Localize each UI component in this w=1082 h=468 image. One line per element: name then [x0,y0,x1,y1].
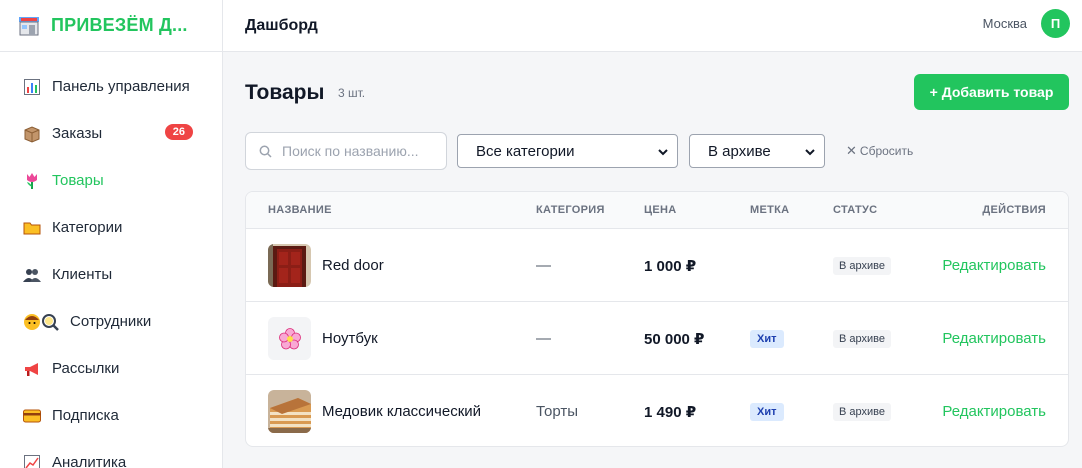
sidebar-nav: Панель управления Заказы 26 Товары Катег… [0,52,222,468]
column-header-price: ЦЕНА [644,204,677,216]
search-icon [258,144,272,158]
sidebar-item-label: Рассылки [52,360,120,377]
reset-filters-button[interactable]: ✕ Сбросить [846,143,913,159]
category-filter-select[interactable]: Все категории [457,134,678,168]
sidebar-item-subscription[interactable]: Подписка [0,392,222,439]
sidebar-item-clients[interactable]: Клиенты [0,251,222,298]
header-title: Дашборд [245,16,318,34]
column-header-name: НАЗВАНИЕ [268,204,332,216]
close-icon: ✕ [846,143,857,158]
product-name: Red door [322,257,384,274]
add-product-button[interactable]: + Добавить товар [914,74,1069,110]
megaphone-icon [22,359,42,379]
table-row: Медовик классический Торты 1 490 ₽ Хит В… [246,375,1068,446]
staff-icon [22,312,62,332]
orders-count-badge: 26 [164,124,193,140]
sidebar-item-label: Заказы [52,125,103,142]
table-header: НАЗВАНИЕ КАТЕГОРИЯ ЦЕНА МЕТКА СТАТУС ДЕЙ… [246,192,1068,229]
product-name: Ноутбук [322,330,378,347]
products-table: НАЗВАНИЕ КАТЕГОРИЯ ЦЕНА МЕТКА СТАТУС ДЕЙ… [245,191,1069,447]
sidebar-item-products[interactable]: Товары [0,157,222,204]
category-filter-value: Все категории [476,142,575,160]
sidebar-item-analytics[interactable]: Аналитика [0,439,222,468]
brand-name: ПРИВЕЗЁМ Д... [51,15,188,35]
cake-image [268,390,311,433]
status-badge: В архиве [833,403,891,421]
avatar[interactable]: П [1041,9,1070,38]
product-category: Торты [536,403,578,420]
edit-product-link[interactable]: Редактировать [942,403,1046,420]
users-icon [22,265,42,285]
top-header: Дашборд Москва П [223,0,1082,52]
product-name: Медовик классический [322,403,482,420]
tulip-icon [22,171,42,191]
product-count: 3 шт. [338,86,366,100]
flower-icon [268,317,311,360]
archive-filter-select[interactable]: В архиве [689,134,825,168]
status-badge: В архиве [833,330,891,348]
sidebar-item-label: Товары [52,172,104,189]
table-row: Ноутбук — 50 000 ₽ Хит В архиве Редактир… [246,302,1068,375]
hit-tag-badge: Хит [750,330,784,348]
card-icon [22,406,42,426]
sidebar-item-categories[interactable]: Категории [0,204,222,251]
store-icon [17,14,41,38]
chart-icon [22,77,42,97]
chevron-down-icon [804,145,816,162]
archive-filter-value: В архиве [708,142,771,160]
sidebar-item-label: Клиенты [52,266,113,283]
column-header-status: СТАТУС [833,204,878,216]
status-badge: В архиве [833,257,891,275]
sidebar-item-orders[interactable]: Заказы 26 [0,110,222,157]
brand[interactable]: ПРИВЕЗЁМ Д... [0,0,222,52]
sidebar-item-label: Категории [52,219,123,236]
column-header-actions: ДЕЙСТВИЯ [982,204,1046,216]
column-header-category: КАТЕГОРИЯ [536,204,605,216]
trend-icon [22,453,42,468]
package-icon [22,124,42,144]
product-category: — [536,330,551,347]
sidebar-item-label: Панель управления [52,78,190,95]
hit-tag-badge: Хит [750,403,784,421]
folder-icon [22,218,42,238]
city-selector[interactable]: Москва [983,16,1027,31]
sidebar-item-label: Аналитика [52,454,127,468]
column-header-tag: МЕТКА [750,204,790,216]
sidebar-item-label: Сотрудники [70,313,152,330]
product-category: — [536,257,551,274]
sidebar: ПРИВЕЗЁМ Д... Панель управления Заказы 2… [0,0,223,468]
sidebar-item-dashboard[interactable]: Панель управления [0,63,222,110]
edit-product-link[interactable]: Редактировать [942,257,1046,274]
sidebar-item-mailings[interactable]: Рассылки [0,345,222,392]
search-input[interactable] [282,143,442,159]
page-title: Товары [245,81,325,104]
search-box [245,132,447,170]
product-price: 1 000 ₽ [644,258,697,275]
reset-label: Сбросить [859,144,914,158]
table-row: Red door — 1 000 ₽ В архиве Редактироват… [246,229,1068,302]
chevron-down-icon [657,145,669,162]
sidebar-item-label: Подписка [52,407,119,424]
product-price: 1 490 ₽ [644,404,697,421]
door-image [268,244,311,287]
sidebar-item-staff[interactable]: Сотрудники [0,298,222,345]
product-price: 50 000 ₽ [644,331,705,348]
edit-product-link[interactable]: Редактировать [942,330,1046,347]
